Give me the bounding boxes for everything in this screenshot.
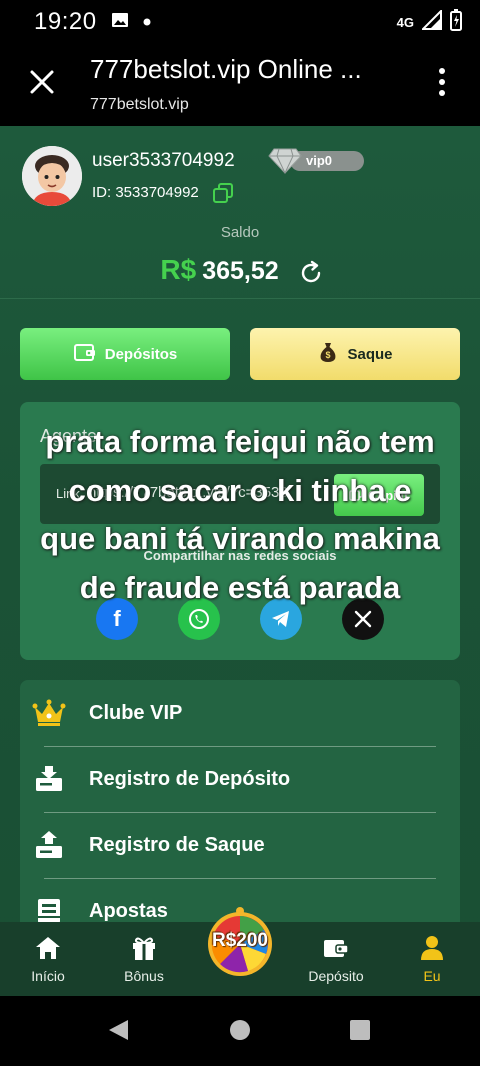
- divider: [0, 298, 480, 299]
- signal-icon: [420, 8, 442, 35]
- nav-deposito[interactable]: Depósito: [296, 932, 376, 984]
- browser-toolbar: 777betslot.vip Online ... 777betslot.vip: [0, 44, 480, 126]
- deposit-label: Depósitos: [104, 345, 178, 363]
- user-icon: [392, 932, 472, 964]
- menu-item-clube-vip[interactable]: Clube VIP: [20, 680, 460, 746]
- dot-notification-icon: [143, 13, 151, 31]
- deposit-button[interactable]: Depósitos: [20, 328, 230, 380]
- wallet-icon: [73, 342, 97, 366]
- nav-inicio[interactable]: Início: [8, 932, 88, 984]
- menu-label: Clube VIP: [89, 701, 183, 724]
- refresh-icon[interactable]: [298, 260, 324, 286]
- withdraw-label: Saque: [347, 345, 393, 363]
- currency-symbol: R$: [160, 254, 197, 285]
- user-id: ID: 3533704992: [92, 184, 199, 201]
- profile-page: user3533704992 vip0 ID: 3533704992 Saldo…: [0, 126, 480, 996]
- menu-label: Registro de Depósito: [89, 767, 291, 790]
- divider: [44, 878, 436, 879]
- battery-icon: [450, 8, 462, 36]
- balance-value: 365,52: [202, 257, 279, 285]
- nav-label: Depósito: [308, 968, 364, 984]
- divider: [44, 746, 436, 747]
- recent-apps-icon[interactable]: [350, 1020, 370, 1040]
- home-button-icon[interactable]: [230, 1020, 250, 1040]
- overlay-caption: prata forma feiqui não tem como sacar o …: [40, 424, 440, 605]
- wheel-amount: R$200: [212, 930, 268, 951]
- menu-item-registro-deposito[interactable]: Registro de Depósito: [20, 746, 460, 812]
- nav-bonus[interactable]: Bônus: [104, 932, 184, 984]
- back-icon[interactable]: [106, 1018, 130, 1047]
- crown-icon: [32, 698, 66, 728]
- divider: [44, 812, 436, 813]
- gift-icon: [104, 932, 184, 964]
- browser-url: 777betslot.vip: [90, 96, 189, 113]
- balance: R$ 365,52: [0, 254, 480, 286]
- withdraw-button[interactable]: $ Saque: [250, 328, 460, 380]
- svg-text:$: $: [326, 350, 331, 360]
- vip-badge[interactable]: vip0: [268, 146, 364, 175]
- status-bar: 19:20 4G: [0, 0, 480, 44]
- saldo-label: Saldo: [220, 224, 260, 241]
- nav-label: Bônus: [124, 968, 164, 984]
- money-bag-icon: $: [317, 341, 339, 367]
- home-icon: [8, 932, 88, 964]
- menu-label: Registro de Saque: [89, 833, 265, 856]
- overflow-menu-icon[interactable]: [436, 68, 448, 100]
- deposit-record-icon: [32, 764, 66, 794]
- nav-label: Eu: [423, 968, 441, 984]
- lucky-wheel-button[interactable]: R$200: [204, 906, 276, 978]
- copy-icon[interactable]: [212, 182, 234, 204]
- diamond-icon: [268, 146, 302, 179]
- nav-label: Início: [31, 968, 65, 984]
- close-icon[interactable]: [26, 66, 58, 98]
- wallet-icon: [296, 932, 376, 964]
- nav-eu[interactable]: Eu: [392, 932, 472, 984]
- gallery-notification-icon: [111, 11, 129, 34]
- browser-title: 777betslot.vip Online ...: [90, 54, 362, 84]
- username: user3533704992: [92, 150, 235, 171]
- avatar[interactable]: [22, 146, 82, 206]
- network-type: 4G: [396, 14, 414, 30]
- menu-label: Apostas: [89, 899, 168, 922]
- withdraw-record-icon: [32, 830, 66, 860]
- menu-item-registro-saque[interactable]: Registro de Saque: [20, 812, 460, 878]
- system-navigation-bar: [0, 996, 480, 1066]
- status-time: 19:20: [34, 8, 97, 35]
